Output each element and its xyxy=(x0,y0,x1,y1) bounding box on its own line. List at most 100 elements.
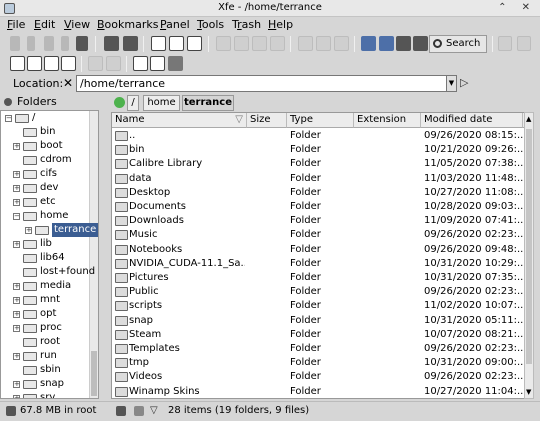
vertical-panels-icon[interactable] xyxy=(88,56,103,71)
refresh-icon[interactable] xyxy=(123,36,138,51)
menu-view[interactable]: View xyxy=(64,18,90,31)
filter-toggle-icon[interactable] xyxy=(134,406,144,416)
back-icon[interactable] xyxy=(10,36,20,51)
folder-tree-item[interactable]: + lib xyxy=(1,237,98,251)
column-header-extension[interactable]: Extension xyxy=(354,113,421,128)
file-row[interactable]: Public Folder 09/26/2020 02:23:... xyxy=(112,285,525,299)
new-root-window-icon[interactable] xyxy=(379,36,394,51)
expand-icon[interactable]: + xyxy=(13,241,20,248)
menu-help[interactable]: Help xyxy=(268,18,293,31)
menu-edit[interactable]: Edit xyxy=(34,18,55,31)
file-row[interactable]: snap Folder 10/31/2020 05:11:... xyxy=(112,314,525,328)
one-panel-icon[interactable] xyxy=(10,56,25,71)
folder-tree-item[interactable]: + opt xyxy=(1,307,98,321)
file-row[interactable]: Desktop Folder 10/27/2020 11:08:... xyxy=(112,186,525,200)
expand-icon[interactable]: + xyxy=(13,325,20,332)
folder-tree-item[interactable]: − / xyxy=(1,111,98,125)
folder-tree-item[interactable]: + terrance xyxy=(1,223,98,237)
file-list-scroll-thumb[interactable] xyxy=(526,129,532,364)
go-icon[interactable]: ▷ xyxy=(460,76,468,89)
scroll-down-icon[interactable]: ▼ xyxy=(526,388,531,396)
folder-tree-item[interactable]: + mnt xyxy=(1,293,98,307)
two-panels-icon[interactable] xyxy=(44,56,59,71)
expand-icon[interactable]: + xyxy=(13,199,20,206)
column-header-name[interactable]: Name ▽ xyxy=(112,113,247,128)
cut-icon[interactable] xyxy=(234,36,249,51)
expand-icon[interactable]: + xyxy=(13,311,20,318)
file-list-scrollbar[interactable]: ▲ ▼ xyxy=(524,112,534,399)
expand-icon[interactable]: + xyxy=(13,283,20,290)
detailed-list-icon[interactable] xyxy=(168,56,183,71)
menu-bookmarks[interactable]: Bookmarks xyxy=(97,18,158,31)
expand-icon[interactable]: + xyxy=(25,227,32,234)
expand-icon[interactable]: + xyxy=(13,143,20,150)
folder-tree-item[interactable]: lost+found xyxy=(1,265,98,279)
new-symlink-icon[interactable] xyxy=(187,36,202,51)
file-row[interactable]: tmp Folder 10/31/2020 09:00:... xyxy=(112,356,525,370)
location-input[interactable] xyxy=(76,75,457,92)
folder-tree-item[interactable]: + media xyxy=(1,279,98,293)
folder-tree-item[interactable]: cdrom xyxy=(1,153,98,167)
file-row[interactable]: Pictures Folder 10/31/2020 07:35:... xyxy=(112,271,525,285)
horizontal-panels-icon[interactable] xyxy=(106,56,121,71)
scroll-up-icon[interactable]: ▲ xyxy=(526,115,531,123)
collapse-icon[interactable]: − xyxy=(5,115,12,122)
forward-history-icon[interactable] xyxy=(61,36,69,51)
restore-icon[interactable] xyxy=(316,36,331,51)
expand-icon[interactable]: + xyxy=(13,381,20,388)
file-row[interactable]: Templates Folder 09/26/2020 02:23:... xyxy=(112,342,525,356)
folder-tree-item[interactable]: + srv xyxy=(1,391,98,398)
column-header-modified[interactable]: Modified date xyxy=(421,113,523,128)
copy-icon[interactable] xyxy=(216,36,231,51)
file-row[interactable]: Videos Folder 09/26/2020 02:23:... xyxy=(112,370,525,384)
back-history-icon[interactable] xyxy=(27,36,35,51)
file-row[interactable]: Documents Folder 10/28/2020 09:03:... xyxy=(112,200,525,214)
file-row[interactable]: NVIDIA_CUDA-11.1_Sa... Folder 10/31/2020 1… xyxy=(112,257,525,271)
folder-tree-item[interactable]: bin xyxy=(1,125,98,139)
trash-open-icon[interactable] xyxy=(498,36,512,51)
collapse-icon[interactable]: − xyxy=(13,213,20,220)
column-header-type[interactable]: Type xyxy=(287,113,354,128)
folder-tree-item[interactable]: − home xyxy=(1,209,98,223)
home-icon[interactable] xyxy=(104,36,119,51)
clear-location-icon[interactable]: ✕ xyxy=(63,76,73,90)
tree-two-panels-icon[interactable] xyxy=(61,56,76,71)
tree-panel-icon[interactable] xyxy=(27,56,42,71)
terminal-icon[interactable] xyxy=(413,36,428,51)
folder-tree-item[interactable]: + snap xyxy=(1,377,98,391)
folders-header[interactable]: Folders xyxy=(0,94,108,110)
menu-file[interactable]: File xyxy=(7,18,25,31)
path-button-home[interactable]: home xyxy=(143,95,180,111)
file-row[interactable]: Calibre Library Folder 11/05/2020 07:38:..… xyxy=(112,157,525,171)
folder-tree-item[interactable]: + boot xyxy=(1,139,98,153)
big-icons-icon[interactable] xyxy=(133,56,148,71)
filter-icon[interactable]: ▽ xyxy=(150,405,158,416)
new-folder-icon[interactable] xyxy=(169,36,184,51)
file-list[interactable]: Name ▽ Size Type Extension Modified date… xyxy=(111,112,526,399)
new-file-icon[interactable] xyxy=(151,36,166,51)
folder-tree-item[interactable]: + dev xyxy=(1,181,98,195)
folder-tree-item[interactable]: lib64 xyxy=(1,251,98,265)
forward-icon[interactable] xyxy=(44,36,54,51)
window-controls[interactable]: ⌃ ✕ xyxy=(498,2,536,13)
file-row[interactable]: Music Folder 09/26/2020 02:23:... xyxy=(112,228,525,242)
folder-tree-item[interactable]: root xyxy=(1,335,98,349)
folder-tree-item[interactable]: + cifs xyxy=(1,167,98,181)
folder-tree-item[interactable]: + run xyxy=(1,349,98,363)
small-icons-icon[interactable] xyxy=(150,56,165,71)
folder-tree-item[interactable]: + etc xyxy=(1,195,98,209)
new-window-icon[interactable] xyxy=(361,36,376,51)
path-button-root[interactable]: / xyxy=(127,95,139,111)
expand-icon[interactable]: + xyxy=(13,185,20,192)
expand-icon[interactable]: + xyxy=(13,297,20,304)
file-row[interactable]: .. Folder 09/26/2020 08:15:... xyxy=(112,129,525,143)
folder-tree[interactable]: − / bin + boot cdrom + cifs + dev + etc − home + terran… xyxy=(0,110,99,399)
delete-icon[interactable] xyxy=(334,36,349,51)
search-button[interactable]: Search xyxy=(429,35,487,53)
file-row[interactable]: Winamp Skins Folder 10/27/2020 11:04:... xyxy=(112,385,525,398)
path-button-terrance[interactable]: terrance xyxy=(182,95,234,111)
file-row[interactable]: bin Folder 10/21/2020 09:26:... xyxy=(112,143,525,157)
move-to-trash-icon[interactable] xyxy=(298,36,313,51)
expand-icon[interactable]: + xyxy=(13,353,20,360)
up-icon[interactable] xyxy=(76,36,88,51)
